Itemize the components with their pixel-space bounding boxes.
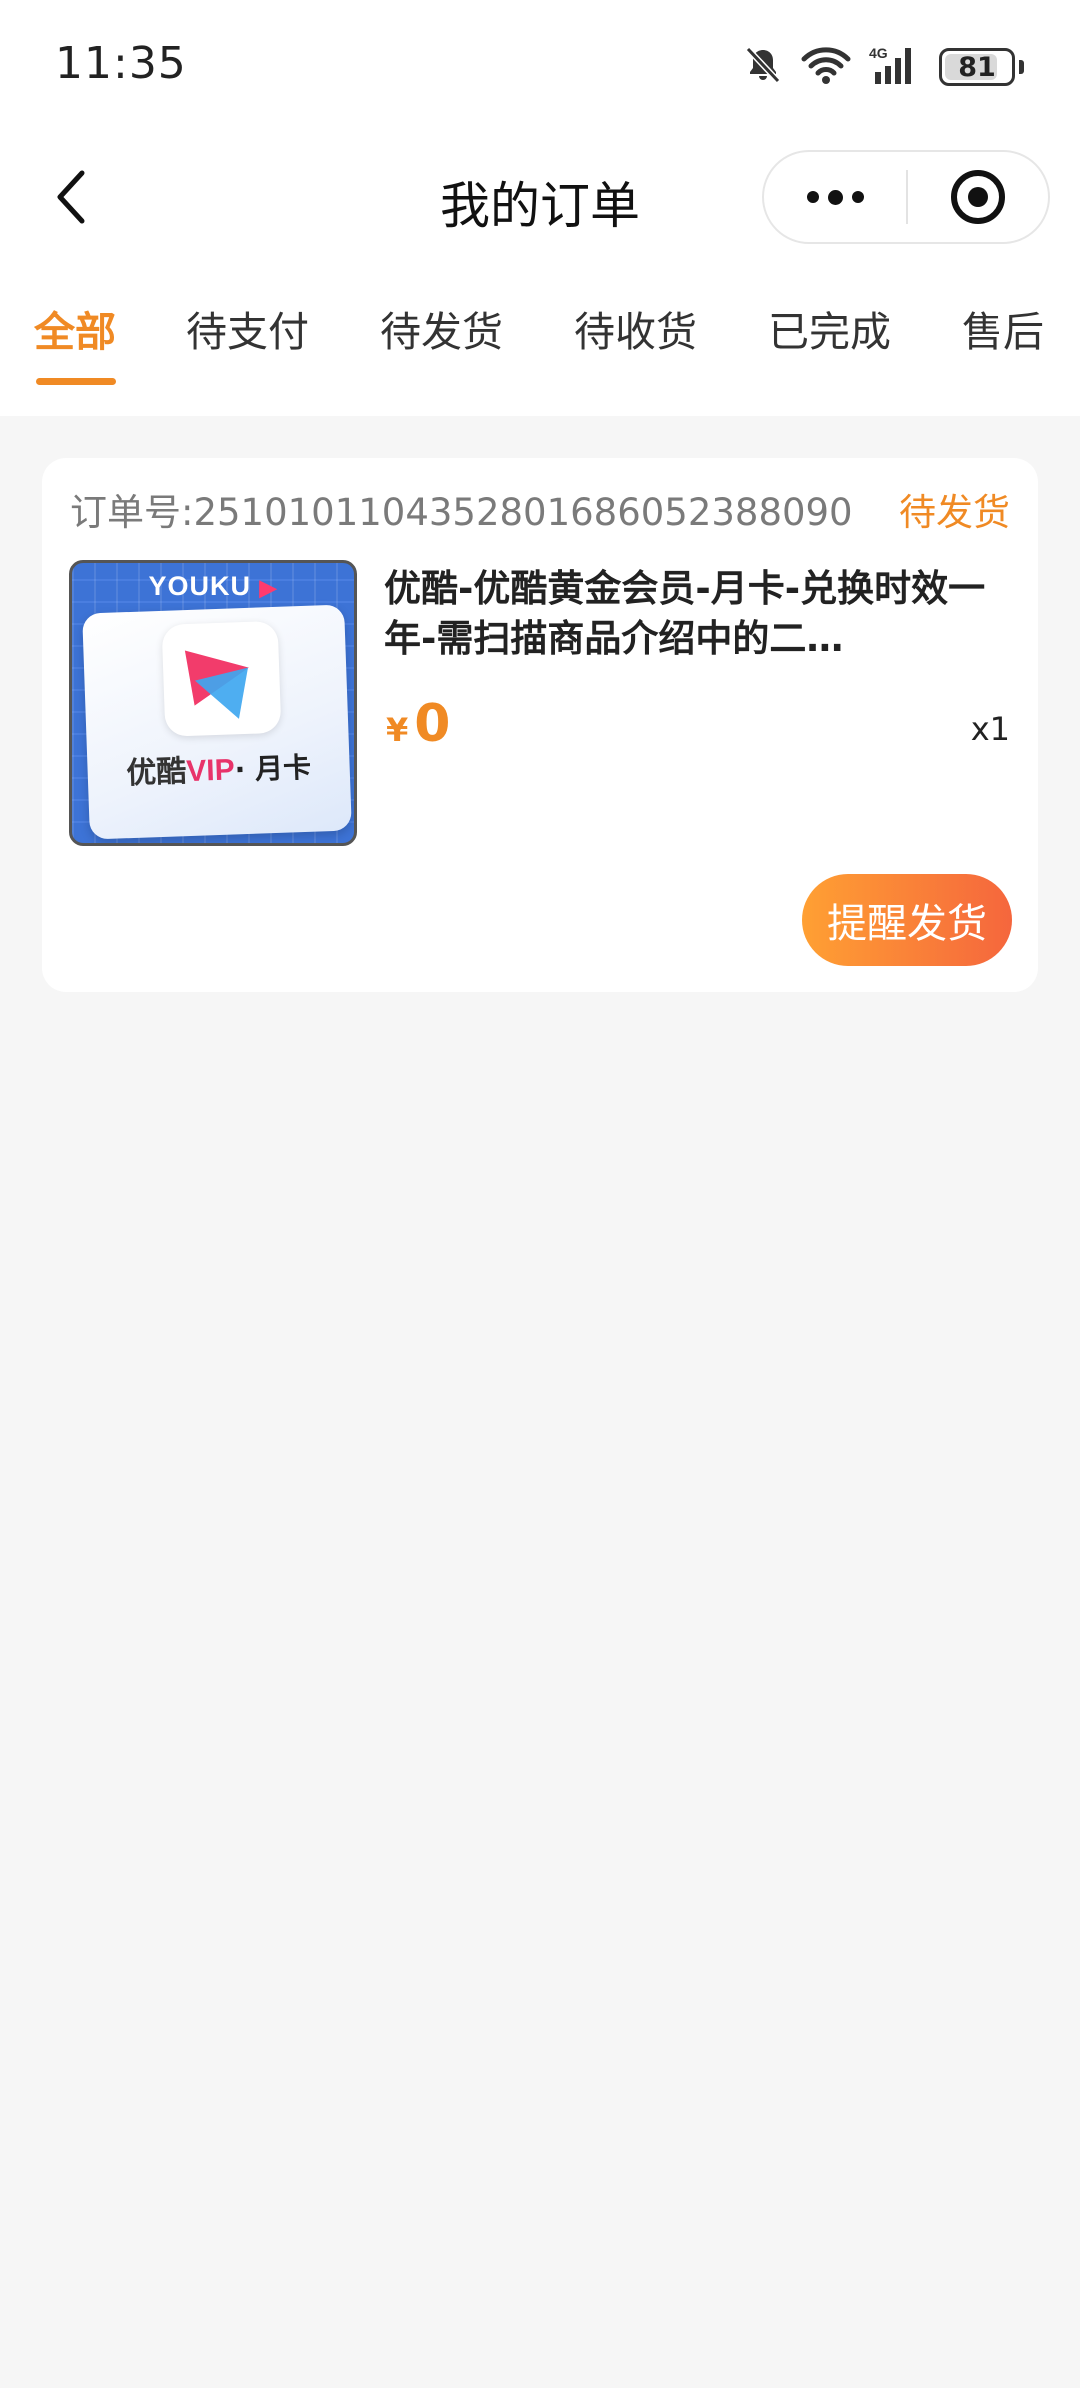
order-number: 订单号:2510101104352801686052388090: [70, 491, 853, 534]
tab-after-sales[interactable]: 售后: [962, 298, 1044, 358]
close-mini-program-button[interactable]: [908, 152, 1048, 242]
remind-shipment-button[interactable]: 提醒发货: [802, 874, 1012, 966]
tab-pending-payment[interactable]: 待支付: [186, 298, 309, 358]
nav-bar: 我的订单: [0, 134, 1080, 264]
product-title[interactable]: 优酷-优酷黄金会员-月卡-兑换时效一年-需扫描商品介绍中的二…: [384, 564, 1004, 664]
price-currency: ¥: [386, 711, 409, 749]
youku-app-icon: [161, 620, 282, 737]
order-status: 待发货: [899, 491, 1010, 534]
active-tab-indicator: [36, 378, 116, 385]
tab-completed[interactable]: 已完成: [768, 298, 891, 358]
order-tabs: 全部 待支付 待发货 待收货 已完成 售后: [0, 290, 1080, 400]
status-icons: 4G 81: [743, 42, 1024, 92]
order-card[interactable]: 订单号:2510101104352801686052388090 待发货 YOU…: [42, 458, 1038, 992]
signal-4g-icon: 4G: [869, 44, 921, 90]
price-amount: 0: [414, 694, 451, 754]
bell-off-icon: [743, 45, 783, 89]
product-quantity: x1: [970, 710, 1010, 748]
more-dots-icon: [806, 191, 819, 203]
target-circle-icon: [951, 170, 1005, 224]
battery-icon: 81: [939, 48, 1015, 86]
thumb-caption: 优酷VIP· 月卡: [125, 750, 312, 792]
product-price: ¥0: [386, 694, 450, 754]
status-time: 11:35: [55, 38, 187, 89]
tab-pending-receipt[interactable]: 待收货: [574, 298, 697, 358]
vip-card-graphic: 优酷VIP· 月卡: [82, 604, 352, 840]
header-area: 11:35 4G 81 我的订单 全部 待支付 待发货 待收货 已完成 售后: [0, 0, 1080, 416]
network-label: 4G: [869, 45, 888, 61]
youku-logo: YOUKU ▶: [148, 571, 278, 601]
tab-pending-shipment[interactable]: 待发货: [380, 298, 503, 358]
battery-level: 81: [958, 51, 996, 83]
product-thumbnail[interactable]: YOUKU ▶ 优酷VIP· 月卡: [69, 560, 357, 846]
more-dots-icon: [827, 189, 843, 205]
wifi-icon: [801, 45, 851, 89]
mini-program-capsule: [762, 150, 1050, 244]
more-button[interactable]: [764, 152, 906, 242]
more-dots-icon: [851, 191, 864, 203]
tab-all[interactable]: 全部: [34, 298, 116, 358]
status-bar: 11:35 4G 81: [0, 0, 1080, 134]
battery-tip: [1019, 60, 1024, 74]
